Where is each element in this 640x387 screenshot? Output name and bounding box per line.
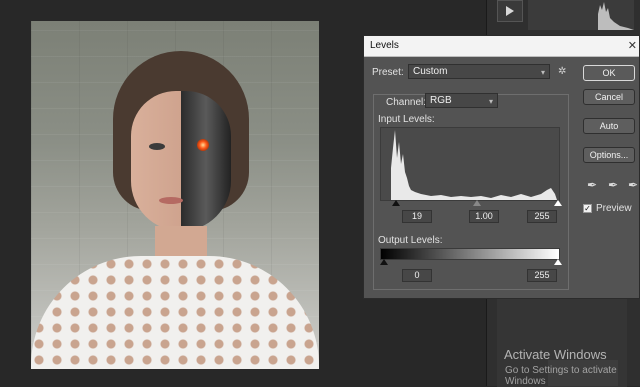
- auto-button[interactable]: Auto: [583, 118, 635, 134]
- cancel-button[interactable]: Cancel: [583, 89, 635, 105]
- photo-robot-eye: [197, 139, 209, 151]
- input-levels-label: Input Levels:: [378, 114, 435, 125]
- play-button[interactable]: [497, 0, 523, 22]
- eyedropper-gray-icon[interactable]: ✒: [608, 179, 620, 191]
- input-white-handle[interactable]: [554, 200, 562, 206]
- photo-face: [131, 91, 231, 231]
- photo-lips: [159, 197, 183, 204]
- eyedropper-black-icon[interactable]: ✒: [587, 179, 599, 191]
- photo-eye: [149, 143, 165, 150]
- chevron-down-icon: ▾: [540, 68, 545, 77]
- input-white-field[interactable]: 255: [527, 210, 557, 223]
- input-gamma-handle[interactable]: [473, 200, 481, 206]
- input-levels-slider[interactable]: [380, 200, 562, 207]
- dialog-titlebar[interactable]: Levels ✕: [364, 36, 639, 57]
- play-icon: [506, 6, 514, 16]
- preset-dropdown[interactable]: Custom ▾: [408, 64, 550, 79]
- histogram-panel-preview: [528, 0, 634, 30]
- histogram-graph: [391, 130, 557, 200]
- preview-checkbox[interactable]: ✓: [583, 204, 592, 213]
- output-levels-label: Output Levels:: [378, 235, 443, 246]
- output-white-handle[interactable]: [554, 259, 562, 265]
- eyedropper-white-icon[interactable]: ✒: [628, 179, 640, 191]
- levels-dialog: Levels ✕ Preset: Custom ▾ ✲ Channel: RGB…: [363, 35, 640, 299]
- histogram: [380, 127, 560, 201]
- activate-windows-subtitle: Go to Settings to activate Windows: [505, 365, 617, 387]
- chevron-down-icon: ▾: [488, 97, 493, 106]
- preset-label: Preset:: [372, 67, 404, 78]
- mini-histogram-graph: [598, 2, 634, 30]
- input-black-field[interactable]: 19: [402, 210, 432, 223]
- channel-dropdown[interactable]: RGB ▾: [425, 93, 498, 108]
- output-white-field[interactable]: 255: [527, 269, 557, 282]
- dialog-title: Levels: [370, 40, 399, 51]
- channel-label: Channel:: [386, 97, 427, 108]
- activate-windows-title: Activate Windows: [504, 347, 607, 362]
- options-button[interactable]: Options...: [583, 147, 635, 163]
- input-gamma-field[interactable]: 1.00: [469, 210, 499, 223]
- close-icon[interactable]: ✕: [628, 39, 637, 52]
- canvas-image[interactable]: [31, 21, 319, 369]
- input-black-handle[interactable]: [392, 200, 400, 206]
- ok-button[interactable]: OK: [583, 65, 635, 81]
- preview-label: Preview: [596, 203, 632, 214]
- channel-value: RGB: [430, 95, 452, 106]
- gear-icon[interactable]: ✲: [558, 66, 566, 77]
- output-black-handle[interactable]: [380, 259, 388, 265]
- preset-value: Custom: [413, 66, 448, 77]
- output-black-field[interactable]: 0: [402, 269, 432, 282]
- output-levels-slider[interactable]: [380, 259, 562, 266]
